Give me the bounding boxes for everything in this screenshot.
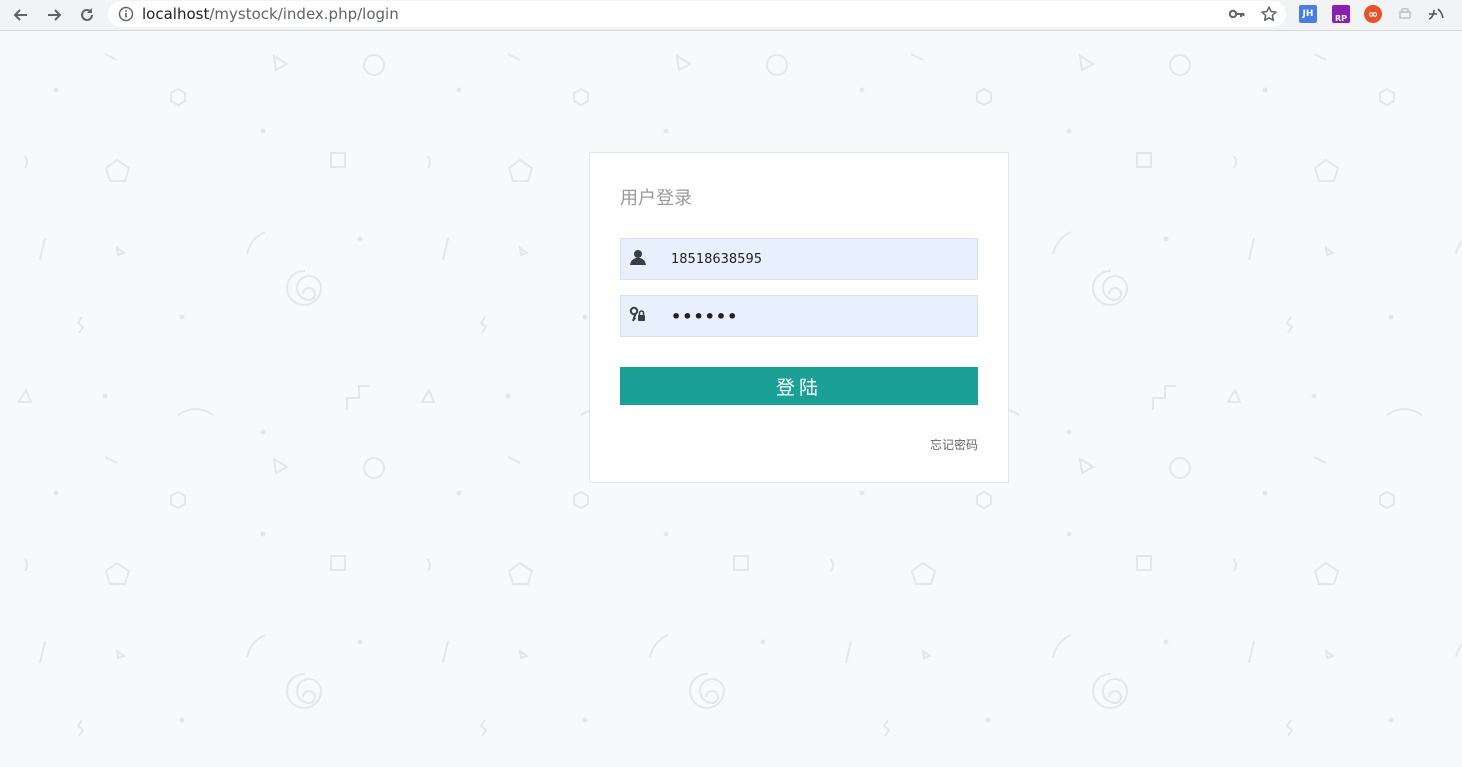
rp-extension-label: RP	[1334, 14, 1348, 23]
bookmark-star-icon[interactable]	[1260, 5, 1278, 23]
printer-extension-icon[interactable]	[1396, 5, 1414, 23]
url-host: localhost	[142, 5, 210, 23]
key-lock-icon	[629, 306, 645, 322]
site-info-icon[interactable]	[118, 6, 134, 22]
password-field[interactable]	[620, 295, 978, 337]
url-text[interactable]: localhost/mystock/index.php/login	[142, 5, 399, 23]
password-input[interactable]	[671, 296, 971, 336]
login-button[interactable]: 登陆	[620, 367, 978, 405]
back-icon[interactable]	[9, 3, 33, 27]
login-title: 用户登录	[620, 188, 692, 209]
loop-extension-icon[interactable]: ∞	[1364, 5, 1382, 23]
address-bar[interactable]: localhost/mystock/index.php/login	[108, 1, 1286, 27]
reload-icon[interactable]	[75, 3, 99, 27]
forgot-password-link[interactable]: 忘记密码	[930, 436, 978, 453]
login-card: 用户登录 登陆 忘记密码	[589, 152, 1009, 483]
user-icon	[630, 250, 646, 265]
loop-extension-label: ∞	[1368, 7, 1378, 21]
browser-toolbar: localhost/mystock/index.php/login JH RP …	[0, 0, 1462, 31]
key-icon[interactable]	[1228, 5, 1246, 23]
jh-extension-label: JH	[1302, 9, 1314, 19]
rp-extension-icon[interactable]: RP	[1332, 5, 1350, 23]
url-path: /mystock/index.php/login	[209, 5, 399, 23]
username-field[interactable]	[620, 238, 978, 280]
translate-extension-icon[interactable]	[1427, 5, 1445, 23]
username-input[interactable]	[671, 239, 971, 279]
jh-extension-icon[interactable]: JH	[1299, 5, 1317, 23]
forward-icon[interactable]	[42, 3, 66, 27]
